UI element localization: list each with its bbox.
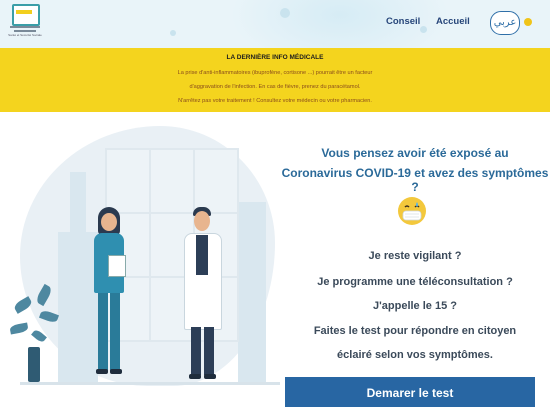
start-test-button[interactable]: Demarer le test	[285, 377, 535, 407]
shoe	[204, 374, 216, 379]
question-call-15: J'appelle le 15 ?	[373, 300, 457, 312]
masked-face-icon	[398, 197, 426, 225]
leaf	[12, 296, 34, 314]
shoe	[96, 369, 108, 374]
shoe	[110, 369, 122, 374]
banner-line-2: d'aggravation de l'infection. En cas de …	[189, 84, 361, 90]
plant-pot	[28, 347, 40, 382]
leaf	[9, 322, 29, 335]
medical-info-banner: LA DERNIÈRE INFO MÉDICALE La prise d'ant…	[0, 48, 550, 112]
shoe	[189, 374, 201, 379]
logo-text: Santé et Sécurité Sociale	[8, 33, 42, 37]
doctor-figure	[180, 207, 225, 392]
floor-line	[20, 382, 280, 385]
virus-icon	[170, 30, 176, 36]
question-vigilant: Je reste vigilant ?	[368, 250, 462, 262]
doctor-head	[194, 211, 210, 231]
logo-line	[10, 26, 40, 28]
logo-frame	[12, 4, 40, 26]
question-test-line-1: Faites le test pour répondre en citoyen	[313, 325, 517, 337]
banner-title: LA DERNIÈRE INFO MÉDICALE	[226, 54, 324, 61]
header: Santé et Sécurité Sociale Conseil Accuei…	[0, 0, 550, 48]
building-shape	[70, 172, 86, 232]
banner-line-3: N'arrêtez pas votre traitement ! Consult…	[178, 98, 372, 104]
question-test-line-2: éclairé selon vos symptômes.	[337, 349, 493, 361]
nurse-figure	[88, 207, 133, 387]
window-mullion	[149, 150, 151, 340]
headline-line-2: Coronavirus COVID-19 et avez des symptôm…	[281, 166, 549, 194]
logo-line	[14, 30, 36, 32]
hero-illustration	[0, 112, 290, 413]
doctor-leg	[204, 327, 214, 375]
language-toggle-button[interactable]: عربي	[490, 11, 520, 35]
main-content: Vous pensez avoir été exposé au Coronavi…	[280, 112, 550, 413]
question-teleconsultation: Je programme une téléconsultation ?	[317, 276, 513, 288]
nurse-leg	[98, 293, 108, 371]
banner-line-1: La prise d'anti-inflammatoires (ibuprofè…	[177, 70, 373, 76]
nav-accueil-link[interactable]: Accueil	[436, 16, 470, 27]
doctor-leg	[191, 327, 201, 375]
sun-icon	[524, 18, 532, 26]
ministry-logo[interactable]: Santé et Sécurité Sociale	[8, 4, 42, 44]
nurse-head	[101, 213, 117, 231]
logo-bar	[16, 10, 32, 14]
nurse-leg	[110, 293, 120, 371]
virus-icon	[280, 8, 290, 18]
clipboard	[108, 255, 126, 277]
headline-line-1: Vous pensez avoir été exposé au	[321, 146, 509, 160]
nav-conseil-link[interactable]: Conseil	[386, 16, 420, 27]
doctor-shirt	[196, 235, 208, 275]
virus-icon	[420, 26, 427, 33]
building-shape	[238, 202, 266, 382]
